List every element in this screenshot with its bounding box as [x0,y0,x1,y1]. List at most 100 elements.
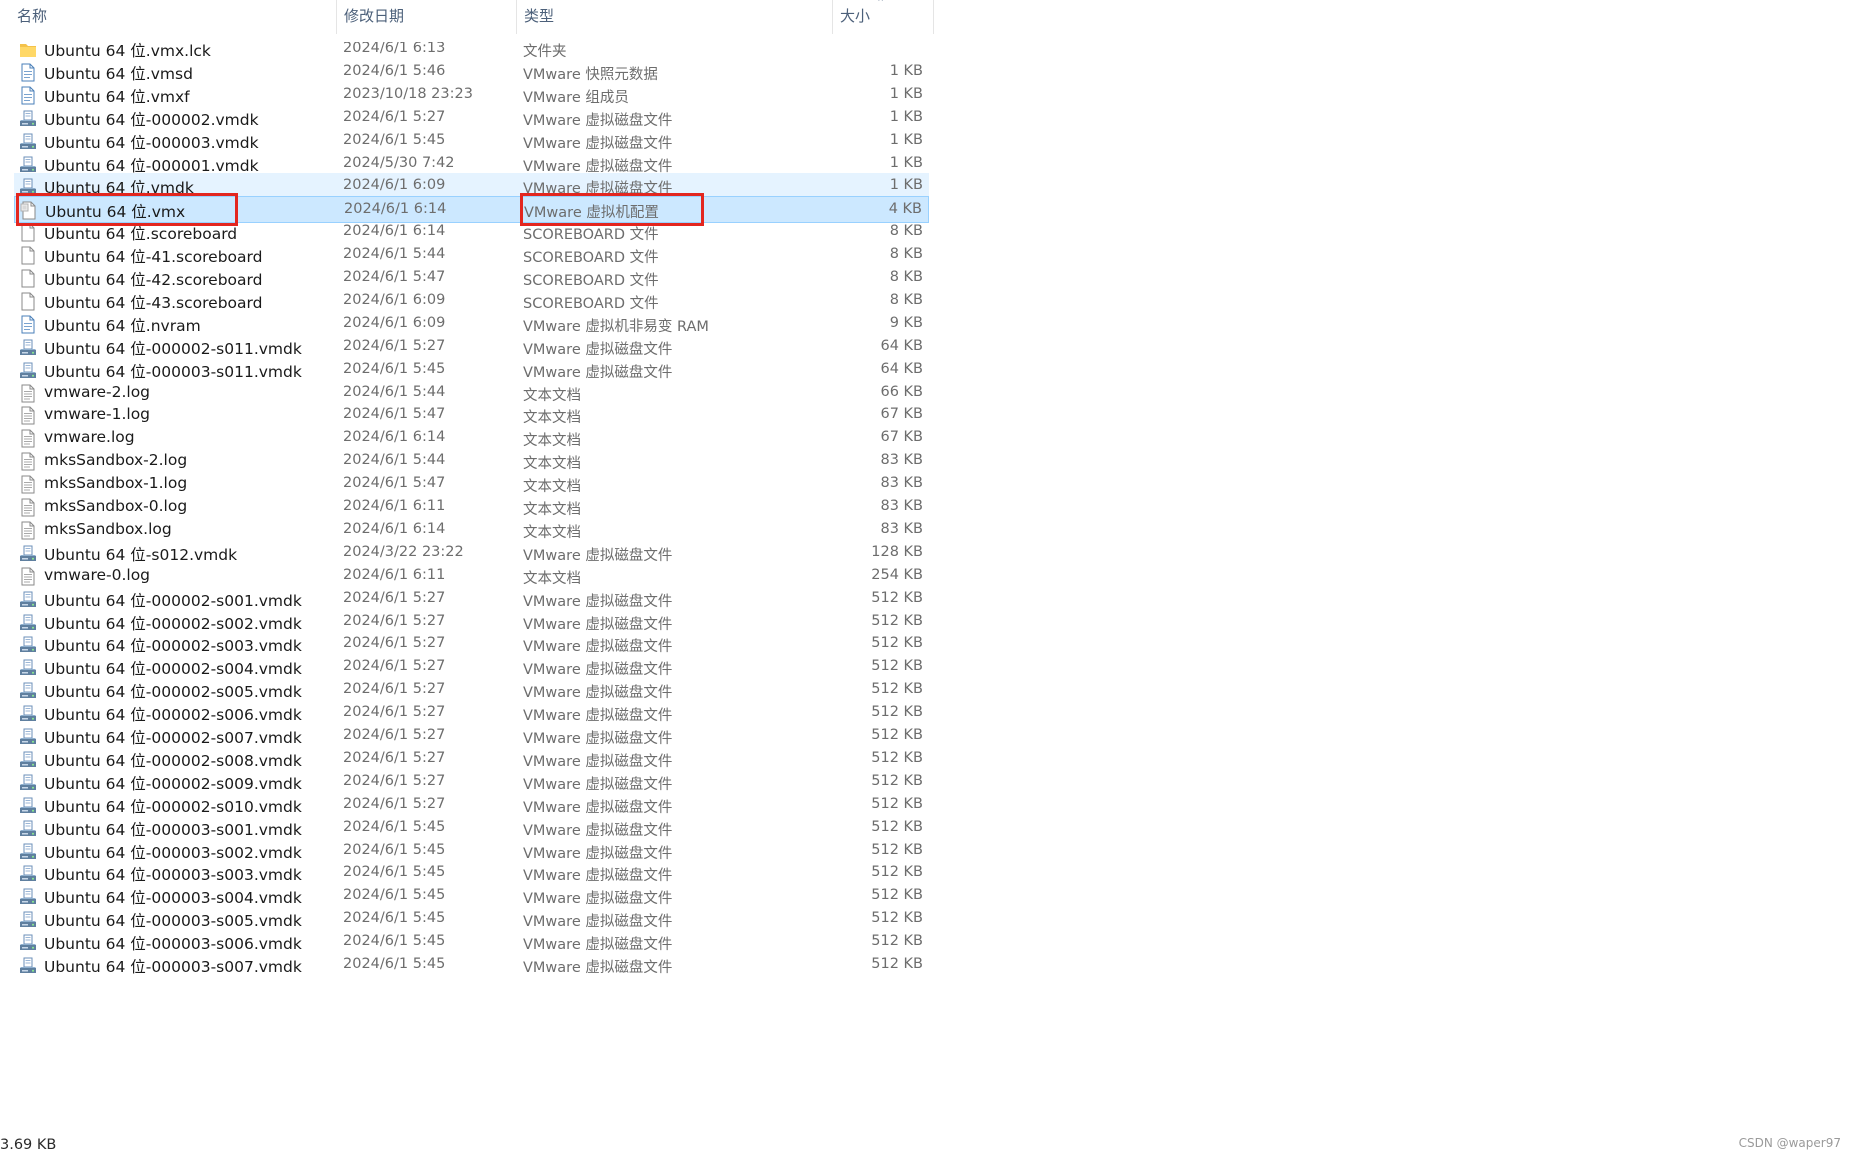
file-name: Ubuntu 64 位-000002-s006.vmdk [44,706,302,725]
file-date-modified: 2024/6/1 5:47 [343,406,446,423]
file-name: Ubuntu 64 位-000002.vmdk [44,110,259,129]
virtual-disk-icon [19,933,37,952]
text-file-icon [19,521,37,540]
file-size: 512 KB [871,795,923,812]
file-type: SCOREBOARD 文件 [523,227,659,244]
file-name: Ubuntu 64 位-000002-s003.vmdk [44,637,302,656]
file-date-modified: 2024/6/1 5:44 [343,452,446,469]
file-date-modified: 2024/6/1 5:45 [343,360,446,377]
file-type: 文本文档 [523,410,581,427]
text-file-icon [19,567,37,586]
file-name: Ubuntu 64 位-000002-s008.vmdk [44,751,302,770]
file-type: VMware 虚拟磁盘文件 [523,364,673,381]
file-name: Ubuntu 64 位-s012.vmdk [44,545,238,564]
file-type: 文本文档 [523,387,581,404]
file-type: VMware 虚拟磁盘文件 [523,662,673,679]
column-header-type[interactable]: 类型 [516,0,832,34]
file-name: Ubuntu 64 位-000002-s009.vmdk [44,774,302,793]
file-size: 512 KB [871,910,923,927]
virtual-disk-icon [19,177,37,196]
file-name: vmware-1.log [44,405,151,424]
file-list: Ubuntu 64 位.vmx.lck 2024/6/1 6:13 文件夹 Ubunt… [0,42,934,1134]
file-type: VMware 虚拟磁盘文件 [523,937,673,954]
text-file-icon [19,429,37,448]
file-size: 1 KB [889,154,923,171]
virtual-disk-icon [19,544,37,563]
file-name: Ubuntu 64 位-000003-s003.vmdk [44,866,302,885]
file-size: 1 KB [889,131,923,148]
file-date-modified: 2024/6/1 6:09 [343,314,446,331]
virtual-disk-icon [19,338,37,357]
file-type: SCOREBOARD 文件 [523,273,659,289]
vmx-config-icon [20,201,38,220]
file-size: 83 KB [880,452,923,469]
file-size: 512 KB [871,772,923,789]
file-date-modified: 2024/6/1 5:27 [343,704,446,721]
file-date-modified: 2024/6/1 5:47 [343,269,446,285]
file-type: SCOREBOARD 文件 [523,250,659,267]
file-date-modified: 2024/6/1 6:09 [343,177,446,194]
file-size: 254 KB [871,566,923,583]
file-date-modified: 2024/6/1 5:27 [343,772,446,789]
file-size: 9 KB [889,314,923,331]
file-size: 64 KB [880,337,923,354]
text-file-icon [19,498,37,517]
virtual-disk-icon [19,132,37,151]
file-date-modified: 2024/6/1 6:14 [343,223,446,240]
virtual-disk-icon [19,704,37,723]
file-date-modified: 2024/6/1 5:27 [343,749,446,766]
column-header-row: 名称 修改日期 类型 大小 ⌃ [0,0,934,34]
blank-file-icon [19,246,37,265]
file-size: 128 KB [871,543,923,560]
virtual-disk-icon [19,842,37,861]
file-name: Ubuntu 64 位-41.scoreboard [44,248,263,267]
file-name: Ubuntu 64 位-000002-s007.vmdk [44,729,302,747]
file-row[interactable]: Ubuntu 64 位-000003-s007.vmdk 2024/6/1 5:4… [14,952,929,979]
file-name: Ubuntu 64 位-000002-s011.vmdk [44,339,302,358]
file-type: 文本文档 [523,524,581,541]
file-size: 512 KB [871,818,923,835]
watermark-text: CSDN @waper97 [1738,1136,1841,1150]
file-size: 512 KB [871,933,923,950]
file-type: VMware 虚拟磁盘文件 [523,731,673,747]
virtual-disk-icon [19,635,37,654]
file-type: 文本文档 [523,433,581,450]
file-date-modified: 2024/6/1 5:27 [343,589,446,606]
file-type: VMware 虚拟磁盘文件 [523,158,673,175]
file-size: 83 KB [880,520,923,537]
file-type: VMware 虚拟磁盘文件 [523,868,673,885]
file-date-modified: 2024/6/1 5:27 [343,658,446,675]
file-name: Ubuntu 64 位-000002-s001.vmdk [44,591,302,610]
file-size: 512 KB [871,956,923,972]
file-name: Ubuntu 64 位.vmxf [44,87,190,106]
vmware-file-icon [19,86,37,105]
file-size: 66 KB [880,383,923,400]
file-date-modified: 2024/6/1 5:27 [343,681,446,698]
text-file-icon [19,452,37,471]
file-date-modified: 2024/6/1 5:45 [343,887,446,904]
status-bar-selected-size: 3.69 KB [0,1137,57,1153]
virtual-disk-icon [19,681,37,700]
file-name: Ubuntu 64 位-000002-s004.vmdk [44,660,302,679]
file-name: Ubuntu 64 位-000003-s005.vmdk [44,912,302,931]
file-date-modified: 2024/6/1 5:45 [343,131,446,148]
column-header-date-modified[interactable]: 修改日期 [336,0,516,34]
file-name: Ubuntu 64 位.vmdk [44,179,194,198]
file-size: 4 KB [888,201,922,218]
virtual-disk-icon [19,796,37,815]
file-type: VMware 虚拟磁盘文件 [523,547,673,564]
virtual-disk-icon [19,727,37,746]
file-size: 8 KB [889,269,923,285]
file-size: 512 KB [871,704,923,721]
column-header-name[interactable]: 名称 [0,0,336,34]
file-type: VMware 组成员 [523,89,629,106]
file-name: Ubuntu 64 位-43.scoreboard [44,293,263,312]
file-size: 512 KB [871,887,923,904]
file-date-modified: 2023/10/18 23:23 [343,85,473,102]
file-date-modified: 2024/6/1 6:11 [343,566,446,583]
file-name: mksSandbox-0.log [44,497,188,515]
file-date-modified: 2024/6/1 5:45 [343,933,446,950]
file-type: VMware 虚拟磁盘文件 [523,914,673,931]
file-size: 512 KB [871,612,923,629]
file-date-modified: 2024/6/1 5:45 [343,841,446,858]
